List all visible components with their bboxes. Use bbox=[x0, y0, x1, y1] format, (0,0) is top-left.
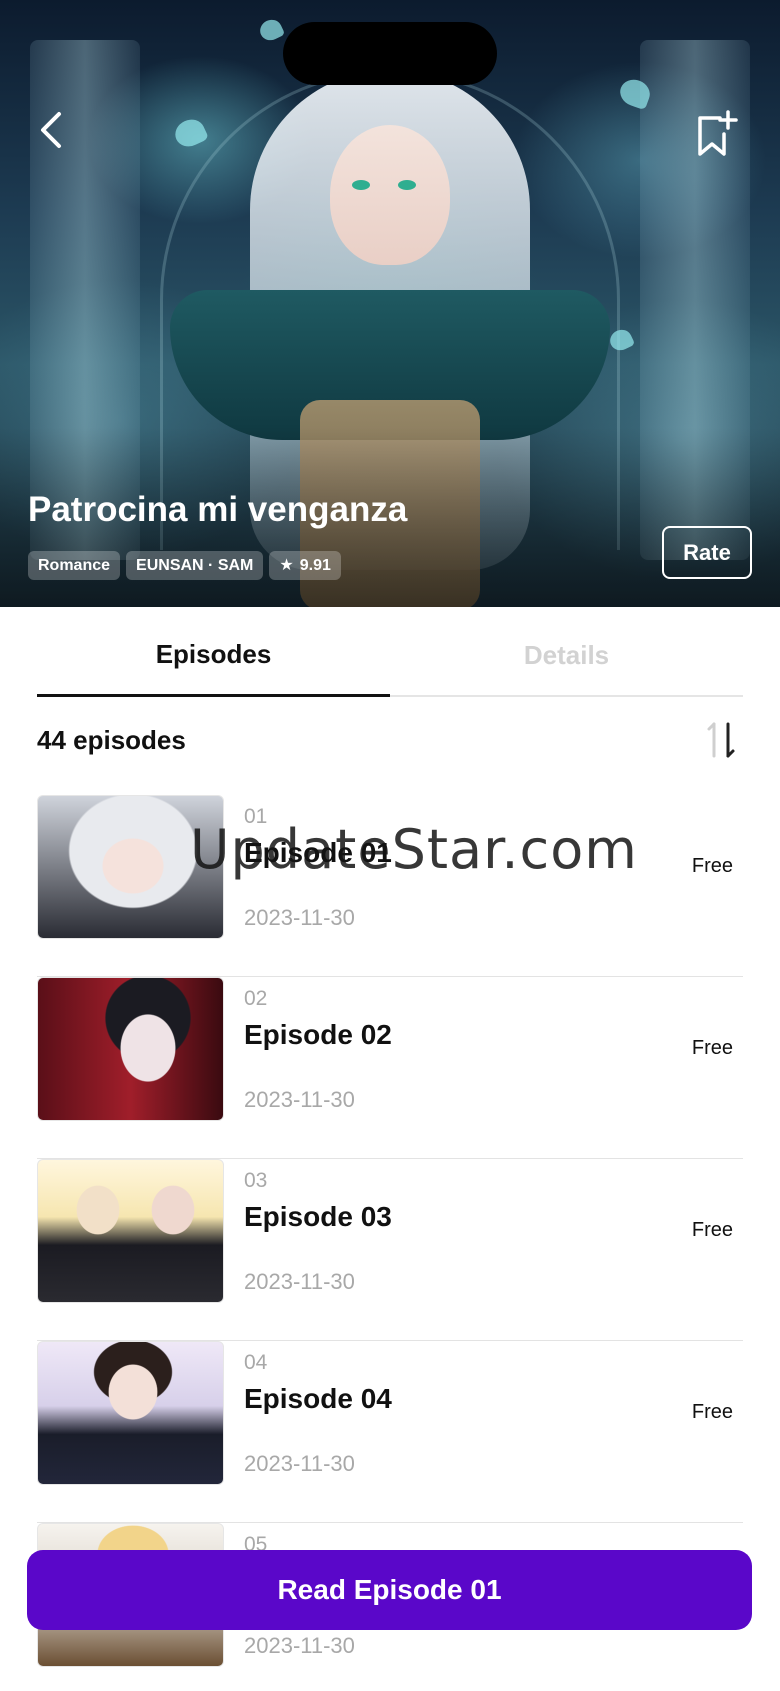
bookmark-add-icon bbox=[698, 110, 738, 156]
cover-character-eye bbox=[352, 180, 370, 190]
tab-details[interactable]: Details bbox=[390, 615, 743, 695]
episode-date: 2023-11-30 bbox=[244, 1269, 355, 1294]
episode-date: 2023-11-30 bbox=[244, 1451, 355, 1476]
episode-date: 2023-11-30 bbox=[244, 905, 355, 930]
episode-price: Free bbox=[691, 1037, 733, 1059]
episode-date: 2023-11-30 bbox=[244, 1633, 355, 1658]
genre-tag[interactable]: Romance bbox=[28, 551, 121, 580]
rate-button[interactable]: Rate bbox=[662, 526, 752, 579]
episode-row[interactable]: 02 Episode 02 2023-11-30 Free bbox=[37, 977, 743, 1159]
read-episode-button[interactable]: Read Episode 01 bbox=[27, 1550, 752, 1630]
bookmark-button[interactable] bbox=[692, 108, 740, 160]
author-tag[interactable]: EUNSAN · SAM bbox=[126, 551, 264, 580]
episode-title: Episode 03 bbox=[244, 1201, 392, 1232]
back-button[interactable] bbox=[30, 108, 74, 152]
episode-price: Free bbox=[691, 855, 733, 877]
episode-count: 44 episodes bbox=[37, 724, 186, 755]
device-notch bbox=[283, 22, 497, 85]
episode-title: Episode 04 bbox=[244, 1383, 392, 1414]
watermark-text: UpdateStar.com bbox=[190, 818, 638, 881]
episode-date: 2023-11-30 bbox=[244, 1087, 355, 1112]
episode-price: Free bbox=[691, 1219, 733, 1241]
butterfly-decoration bbox=[256, 16, 286, 44]
episode-thumbnail bbox=[37, 1159, 224, 1303]
butterfly-decoration bbox=[170, 114, 210, 152]
episode-thumbnail bbox=[37, 977, 224, 1121]
rating-badge: ★ 9.91 bbox=[269, 551, 341, 580]
episode-price: Free bbox=[691, 1401, 733, 1423]
episode-count-row: 44 episodes bbox=[37, 715, 743, 765]
chevron-left-icon bbox=[41, 112, 61, 148]
sort-button[interactable] bbox=[699, 718, 743, 762]
cover-character-face bbox=[330, 125, 450, 265]
sort-icon bbox=[707, 722, 735, 758]
episode-row[interactable]: 03 Episode 03 2023-11-30 Free bbox=[37, 1159, 743, 1341]
series-title: Patrocina mi venganza bbox=[28, 490, 408, 529]
episode-number: 02 bbox=[244, 987, 268, 1010]
star-icon: ★ bbox=[279, 557, 294, 574]
episode-thumbnail bbox=[37, 1341, 224, 1485]
episode-number: 04 bbox=[244, 1351, 268, 1374]
series-tags: Romance EUNSAN · SAM ★ 9.91 bbox=[28, 551, 341, 580]
tab-bar: Episodes Details bbox=[37, 615, 743, 697]
rating-value: 9.91 bbox=[299, 557, 331, 574]
episode-number: 03 bbox=[244, 1169, 268, 1192]
episode-title: Episode 02 bbox=[244, 1019, 392, 1050]
tab-episodes[interactable]: Episodes bbox=[37, 615, 390, 697]
episode-row[interactable]: 04 Episode 04 2023-11-30 Free bbox=[37, 1341, 743, 1523]
cover-character-eye bbox=[398, 180, 416, 190]
